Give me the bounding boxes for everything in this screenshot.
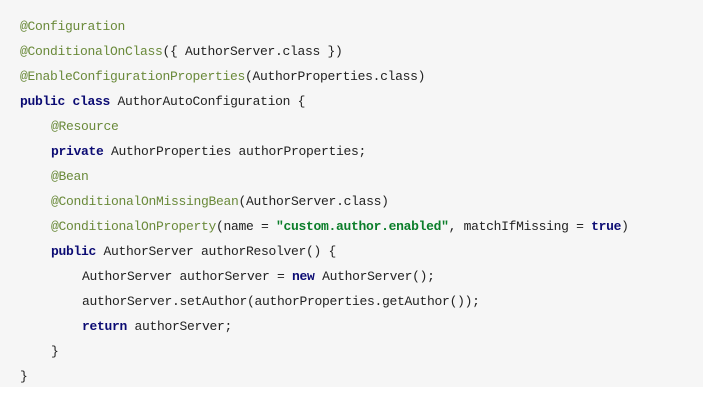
code-line-8: @ConditionalOnMissingBean(AuthorServer.c… [20, 189, 703, 214]
code-block: @Configuration @ConditionalOnClass({ Aut… [0, 0, 703, 387]
code-line-4: public class AuthorAutoConfiguration { [20, 89, 703, 114]
code-line-6: private AuthorProperties authorPropertie… [20, 139, 703, 164]
annotation: @Bean [51, 169, 89, 184]
code-line-9: @ConditionalOnProperty(name = "custom.au… [20, 214, 703, 239]
code-text: authorServer.setAuthor(authorProperties.… [82, 294, 480, 309]
string-literal: "custom.author.enabled" [276, 219, 449, 234]
keyword: return [82, 319, 128, 334]
code-line-13: return authorServer; [20, 314, 703, 339]
annotation: @EnableConfigurationProperties [20, 69, 246, 84]
code-line-2: @ConditionalOnClass({ AuthorServer.class… [20, 39, 703, 64]
code-line-7: @Bean [20, 164, 703, 189]
code-text: AuthorServer authorServer = [82, 269, 293, 284]
keyword: private [51, 144, 104, 159]
code-text: (name = [216, 219, 277, 234]
keyword: new [292, 269, 315, 284]
annotation: @ConditionalOnProperty [51, 219, 217, 234]
code-line-10: public AuthorServer authorResolver() { [20, 239, 703, 264]
code-text: AuthorAutoConfiguration { [110, 94, 306, 109]
keyword: true [591, 219, 622, 234]
code-line-3: @EnableConfigurationProperties(AuthorPro… [20, 64, 703, 89]
code-line-11: AuthorServer authorServer = new AuthorSe… [20, 264, 703, 289]
keyword: class [72, 94, 111, 109]
code-text: AuthorServer(); [314, 269, 435, 284]
code-text: AuthorProperties authorProperties; [103, 144, 367, 159]
keyword: public [20, 94, 66, 109]
code-line-1: @Configuration [20, 14, 703, 39]
code-line-5: @Resource [20, 114, 703, 139]
code-line-15: } [20, 364, 703, 389]
code-text: (AuthorServer.class) [238, 194, 389, 209]
annotation: @Configuration [20, 19, 126, 34]
code-line-14: } [20, 339, 703, 364]
keyword: public [51, 244, 97, 259]
annotation: @ConditionalOnMissingBean [51, 194, 239, 209]
code-text: ) [621, 219, 629, 234]
code-text: AuthorServer authorResolver() { [96, 244, 337, 259]
code-text: ({ AuthorServer.class }) [162, 44, 343, 59]
code-text: (AuthorProperties.class) [245, 69, 426, 84]
code-text: , matchIfMissing = [448, 219, 592, 234]
code-line-12: authorServer.setAuthor(authorProperties.… [20, 289, 703, 314]
code-text: } [20, 369, 28, 384]
annotation: @ConditionalOnClass [20, 44, 163, 59]
code-text: authorServer; [127, 319, 233, 334]
annotation: @Resource [51, 119, 119, 134]
code-text: } [51, 344, 59, 359]
